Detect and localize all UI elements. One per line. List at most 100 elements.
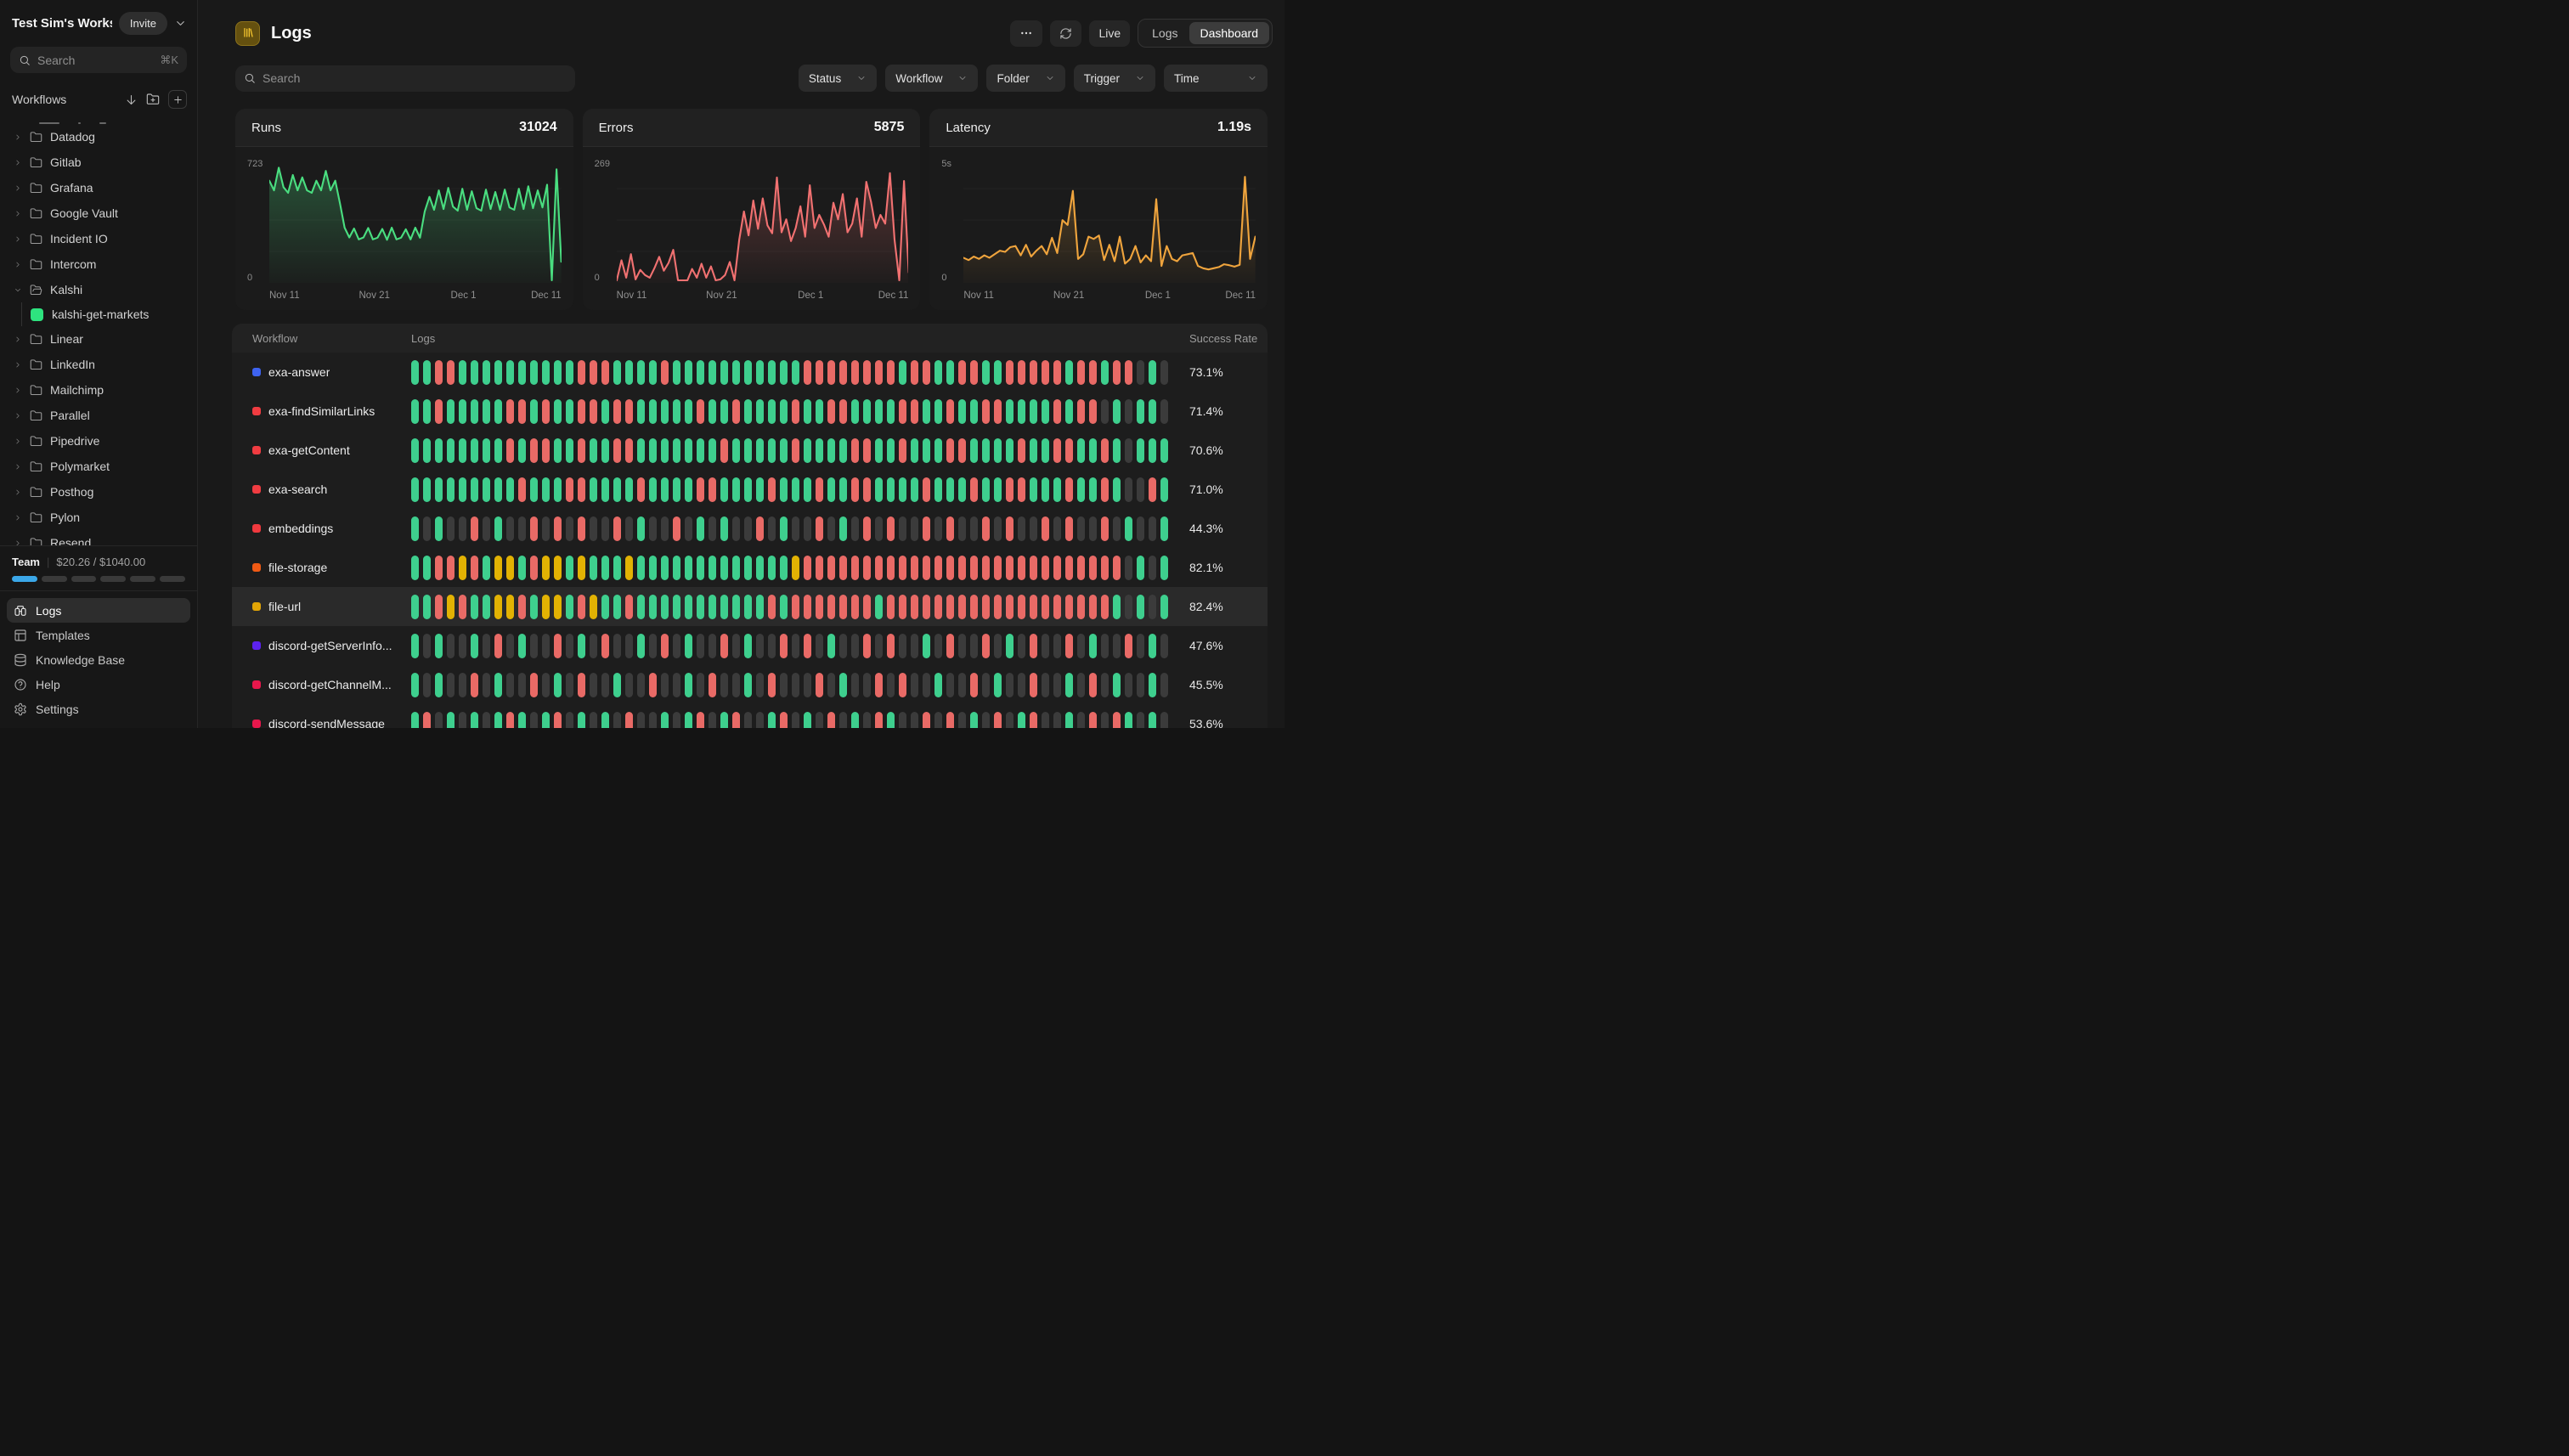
log-pill[interactable] bbox=[804, 556, 811, 580]
add-workflow-button[interactable] bbox=[168, 90, 187, 109]
log-pill[interactable] bbox=[1077, 595, 1085, 619]
sidebar-folder-incident-io[interactable]: Incident IO bbox=[5, 226, 192, 251]
log-pill[interactable] bbox=[887, 438, 895, 463]
log-pill[interactable] bbox=[875, 712, 883, 729]
log-pill[interactable] bbox=[875, 477, 883, 502]
log-pill[interactable] bbox=[459, 360, 466, 385]
log-pill[interactable] bbox=[542, 438, 550, 463]
log-pill[interactable] bbox=[744, 595, 752, 619]
log-pill[interactable] bbox=[542, 673, 550, 697]
log-pill[interactable] bbox=[994, 634, 1002, 658]
log-pill[interactable] bbox=[1113, 634, 1121, 658]
log-pill[interactable] bbox=[827, 673, 835, 697]
log-pill[interactable] bbox=[601, 360, 609, 385]
log-pill[interactable] bbox=[1125, 712, 1132, 729]
log-pill[interactable] bbox=[804, 516, 811, 541]
log-pill[interactable] bbox=[923, 556, 930, 580]
log-pill[interactable] bbox=[970, 634, 978, 658]
log-pill[interactable] bbox=[1149, 399, 1156, 424]
log-pill[interactable] bbox=[471, 556, 478, 580]
log-pill[interactable] bbox=[435, 673, 443, 697]
log-pill[interactable] bbox=[768, 556, 776, 580]
log-pill[interactable] bbox=[1053, 360, 1061, 385]
log-pill[interactable] bbox=[494, 634, 502, 658]
log-pill[interactable] bbox=[1101, 477, 1109, 502]
log-pill[interactable] bbox=[554, 477, 562, 502]
sidebar-folder-resend[interactable]: Resend bbox=[5, 530, 192, 545]
log-pill[interactable] bbox=[506, 477, 514, 502]
log-pill[interactable] bbox=[911, 556, 918, 580]
log-pill[interactable] bbox=[970, 360, 978, 385]
log-pill[interactable] bbox=[863, 673, 871, 697]
log-pill[interactable] bbox=[768, 712, 776, 729]
log-pill[interactable] bbox=[792, 477, 799, 502]
log-pill[interactable] bbox=[601, 477, 609, 502]
log-pill[interactable] bbox=[590, 477, 597, 502]
log-pill[interactable] bbox=[554, 556, 562, 580]
sidebar-folder-kalshi[interactable]: Kalshi bbox=[5, 277, 192, 302]
log-pill[interactable] bbox=[1006, 360, 1013, 385]
table-row[interactable]: exa-findSimilarLinks71.4% bbox=[232, 392, 1268, 431]
log-pill[interactable] bbox=[709, 477, 716, 502]
log-pill[interactable] bbox=[946, 399, 954, 424]
log-pill[interactable] bbox=[1137, 360, 1144, 385]
log-pill[interactable] bbox=[851, 595, 859, 619]
log-pill[interactable] bbox=[566, 556, 573, 580]
log-pill[interactable] bbox=[899, 360, 906, 385]
log-pill[interactable] bbox=[637, 438, 645, 463]
log-pill[interactable] bbox=[1101, 516, 1109, 541]
log-pill[interactable] bbox=[471, 712, 478, 729]
log-pill[interactable] bbox=[958, 360, 966, 385]
log-pill[interactable] bbox=[542, 712, 550, 729]
log-pill[interactable] bbox=[1149, 595, 1156, 619]
log-pill[interactable] bbox=[1101, 360, 1109, 385]
log-pill[interactable] bbox=[934, 556, 942, 580]
log-pill[interactable] bbox=[518, 712, 526, 729]
log-pill[interactable] bbox=[494, 438, 502, 463]
invite-button[interactable]: Invite bbox=[119, 12, 167, 35]
view-toggle-dashboard[interactable]: Dashboard bbox=[1189, 22, 1270, 44]
log-pill[interactable] bbox=[625, 438, 633, 463]
log-pill[interactable] bbox=[613, 673, 621, 697]
log-pill[interactable] bbox=[518, 360, 526, 385]
filter-time[interactable]: Time bbox=[1164, 65, 1268, 92]
log-pill[interactable] bbox=[851, 516, 859, 541]
log-pill[interactable] bbox=[1101, 399, 1109, 424]
log-pill[interactable] bbox=[601, 712, 609, 729]
log-pill[interactable] bbox=[685, 438, 692, 463]
log-pill[interactable] bbox=[1113, 360, 1121, 385]
log-pill[interactable] bbox=[1018, 673, 1025, 697]
log-pill[interactable] bbox=[816, 360, 823, 385]
log-pill[interactable] bbox=[744, 438, 752, 463]
log-pill[interactable] bbox=[447, 595, 455, 619]
log-pill[interactable] bbox=[435, 399, 443, 424]
log-pill[interactable] bbox=[1125, 360, 1132, 385]
log-pill[interactable] bbox=[863, 516, 871, 541]
log-pill[interactable] bbox=[768, 516, 776, 541]
log-pill[interactable] bbox=[447, 556, 455, 580]
log-pill[interactable] bbox=[744, 673, 752, 697]
log-pill[interactable] bbox=[732, 712, 740, 729]
log-pill[interactable] bbox=[1101, 673, 1109, 697]
log-pill[interactable] bbox=[613, 516, 621, 541]
log-pill[interactable] bbox=[756, 438, 764, 463]
log-pill[interactable] bbox=[792, 399, 799, 424]
log-pill[interactable] bbox=[899, 516, 906, 541]
log-pill[interactable] bbox=[982, 399, 990, 424]
log-pill[interactable] bbox=[958, 634, 966, 658]
log-pill[interactable] bbox=[1065, 438, 1073, 463]
sidebar-folder-polymarket[interactable]: Polymarket bbox=[5, 454, 192, 479]
log-pill[interactable] bbox=[768, 595, 776, 619]
log-pill[interactable] bbox=[1030, 360, 1037, 385]
log-pill[interactable] bbox=[637, 634, 645, 658]
log-pill[interactable] bbox=[1006, 438, 1013, 463]
log-pill[interactable] bbox=[970, 673, 978, 697]
log-pill[interactable] bbox=[697, 673, 704, 697]
log-pill[interactable] bbox=[756, 399, 764, 424]
log-pill[interactable] bbox=[459, 673, 466, 697]
log-pill[interactable] bbox=[435, 556, 443, 580]
log-pill[interactable] bbox=[578, 712, 585, 729]
log-pill[interactable] bbox=[554, 516, 562, 541]
log-pill[interactable] bbox=[423, 360, 431, 385]
log-pill[interactable] bbox=[649, 399, 657, 424]
